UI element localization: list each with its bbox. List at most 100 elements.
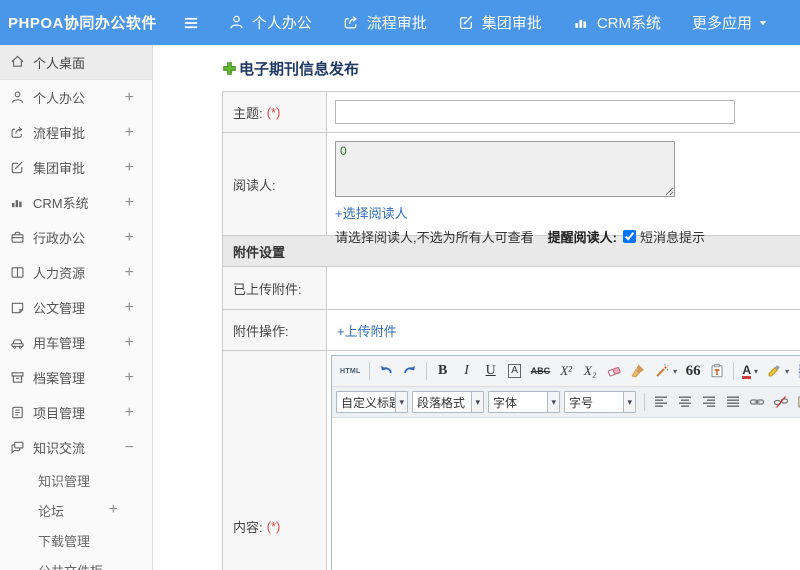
top-nav-item[interactable]: 集团审批 (458, 12, 542, 33)
expand-toggle[interactable]: + (125, 124, 134, 142)
remove-format-button[interactable] (603, 360, 625, 382)
highlighter-icon (766, 363, 782, 379)
page-title-text: 电子期刊信息发布 (239, 61, 360, 78)
menu-toggle-button[interactable] (179, 10, 201, 36)
format-brush-button[interactable] (627, 360, 649, 382)
brush-icon (630, 363, 646, 379)
align-right-icon (701, 394, 717, 410)
align-center-button[interactable] (674, 391, 696, 413)
chevron-down-icon[interactable] (547, 392, 559, 412)
subscript-button[interactable]: X₂ (579, 360, 601, 382)
sidebar-item[interactable]: 流程审批 + (0, 115, 152, 150)
superscript-button[interactable]: X² (555, 360, 577, 382)
caret-down-icon (757, 17, 769, 29)
expand-toggle[interactable]: + (125, 299, 134, 317)
rich-text-editor: HTML B I U A ABC X² X₂ ▾ 66 A ▾ ▾ ▾ 自定义标… (331, 355, 800, 570)
uploaded-attachments-value (327, 267, 800, 309)
expand-toggle[interactable]: + (125, 159, 134, 177)
expand-toggle[interactable]: + (125, 89, 134, 107)
italic-button[interactable]: I (456, 360, 478, 382)
paragraph-select[interactable]: 段落格式 (412, 391, 484, 413)
blockquote-button[interactable]: 66 (682, 360, 704, 382)
sidebar-item[interactable]: 行政办公 + (0, 220, 152, 255)
expand-toggle[interactable]: + (125, 194, 134, 212)
font-color-button[interactable]: A (739, 360, 761, 382)
subject-input[interactable] (335, 100, 735, 124)
sidebar-item[interactable]: 档案管理 + (0, 360, 152, 395)
toolbar-separator (644, 393, 645, 411)
html-source-button[interactable]: HTML (337, 360, 364, 382)
doc-icon (10, 300, 26, 316)
expand-toggle[interactable]: + (125, 264, 134, 282)
flow-icon (10, 125, 26, 141)
sidebar-item[interactable]: 用车管理 + (0, 325, 152, 360)
sidebar-item[interactable]: 知识交流 − (0, 430, 152, 465)
upload-attachment-link[interactable]: +上传附件 (337, 321, 397, 340)
sidebar-item[interactable]: 人力资源 + (0, 255, 152, 290)
readers-hint-line: 请选择阅读人,不选为所有人可查看 提醒阅读人: 短消息提示 (335, 227, 800, 246)
align-justify-button[interactable] (722, 391, 744, 413)
sidebar-item[interactable]: CRM系统 + (0, 185, 152, 220)
expand-toggle[interactable]: + (125, 404, 134, 422)
redo-icon (402, 363, 418, 379)
quick-format-button[interactable] (651, 360, 680, 382)
bold-button[interactable]: B (432, 360, 454, 382)
attachment-ops-label: 附件操作: (223, 310, 327, 350)
paste-text-button[interactable] (706, 360, 728, 382)
ordered-list-button[interactable]: 123 (794, 360, 800, 382)
chevron-down-icon[interactable] (471, 392, 483, 412)
sidebar-item[interactable]: 公文管理 + (0, 290, 152, 325)
select-readers-link[interactable]: +选择阅读人 (335, 206, 408, 221)
font-size-select[interactable]: 字号 (564, 391, 636, 413)
sidebar-item[interactable]: 下载管理 (0, 525, 152, 555)
editor-toolbar-row1: HTML B I U A ABC X² X₂ ▾ 66 A ▾ ▾ ▾ (332, 356, 800, 387)
chevron-down-icon[interactable] (623, 392, 635, 412)
sidebar-item[interactable]: 项目管理 + (0, 395, 152, 430)
expand-toggle[interactable]: + (125, 229, 134, 247)
sidebar-item[interactable]: 论坛 + (0, 495, 152, 525)
sidebar-item[interactable]: 公共文件柜 (0, 555, 152, 570)
unlink-icon (773, 394, 789, 410)
insert-image-button[interactable] (794, 391, 800, 413)
readers-row: 阅读人: +选择阅读人 请选择阅读人,不选为所有人可查看 提醒阅读人: 短消息提… (223, 133, 800, 245)
redo-button[interactable] (399, 360, 421, 382)
underline-button[interactable]: U (480, 360, 502, 382)
sms-remind-label: 短消息提示 (639, 230, 705, 245)
sidebar-item[interactable]: 知识管理 (0, 465, 152, 495)
sidebar-item[interactable]: 个人桌面 (0, 45, 152, 80)
editor-content-area[interactable] (332, 418, 800, 570)
subject-label: 主题: (*) (223, 92, 327, 132)
align-right-button[interactable] (698, 391, 720, 413)
uploaded-attachments-row: 已上传附件: (223, 267, 800, 310)
book-icon (10, 265, 26, 281)
chevron-down-icon[interactable] (395, 392, 407, 412)
sms-remind-checkbox[interactable] (622, 230, 636, 243)
content-row: 内容: (*) HTML B I U A ABC X² X₂ ▾ 66 A ▾ … (223, 351, 800, 570)
sidebar-item[interactable]: 集团审批 + (0, 150, 152, 185)
top-nav-item[interactable]: CRM系统 (573, 12, 661, 33)
align-left-button[interactable] (650, 391, 672, 413)
top-nav-item[interactable]: 更多应用 (692, 12, 769, 33)
style-box-button[interactable]: A (504, 360, 526, 382)
expand-toggle[interactable]: + (125, 334, 134, 352)
highlight-color-button[interactable] (763, 360, 792, 382)
paste-icon (709, 363, 725, 379)
edit-icon (10, 160, 26, 176)
expand-toggle[interactable]: − (125, 439, 134, 457)
home-icon (10, 54, 26, 70)
insert-link-button[interactable] (746, 391, 768, 413)
remove-link-button[interactable] (770, 391, 792, 413)
edit-icon (458, 14, 475, 31)
undo-button[interactable] (375, 360, 397, 382)
font-family-select[interactable]: 字体 (488, 391, 560, 413)
readers-textarea[interactable] (335, 141, 675, 197)
readers-label: 阅读人: (223, 133, 327, 235)
top-header: PHPOA协同办公软件 个人办公 流程审批 集团审批 CRM系统 更多应用 (0, 0, 800, 45)
sidebar-item[interactable]: 个人办公 + (0, 80, 152, 115)
top-nav-item[interactable]: 流程审批 (343, 12, 427, 33)
expand-toggle[interactable]: + (125, 369, 134, 387)
expand-toggle[interactable]: + (109, 501, 118, 519)
heading-select[interactable]: 自定义标题 (336, 391, 408, 413)
strikethrough-button[interactable]: ABC (528, 360, 554, 382)
top-nav-item[interactable]: 个人办公 (228, 12, 312, 33)
